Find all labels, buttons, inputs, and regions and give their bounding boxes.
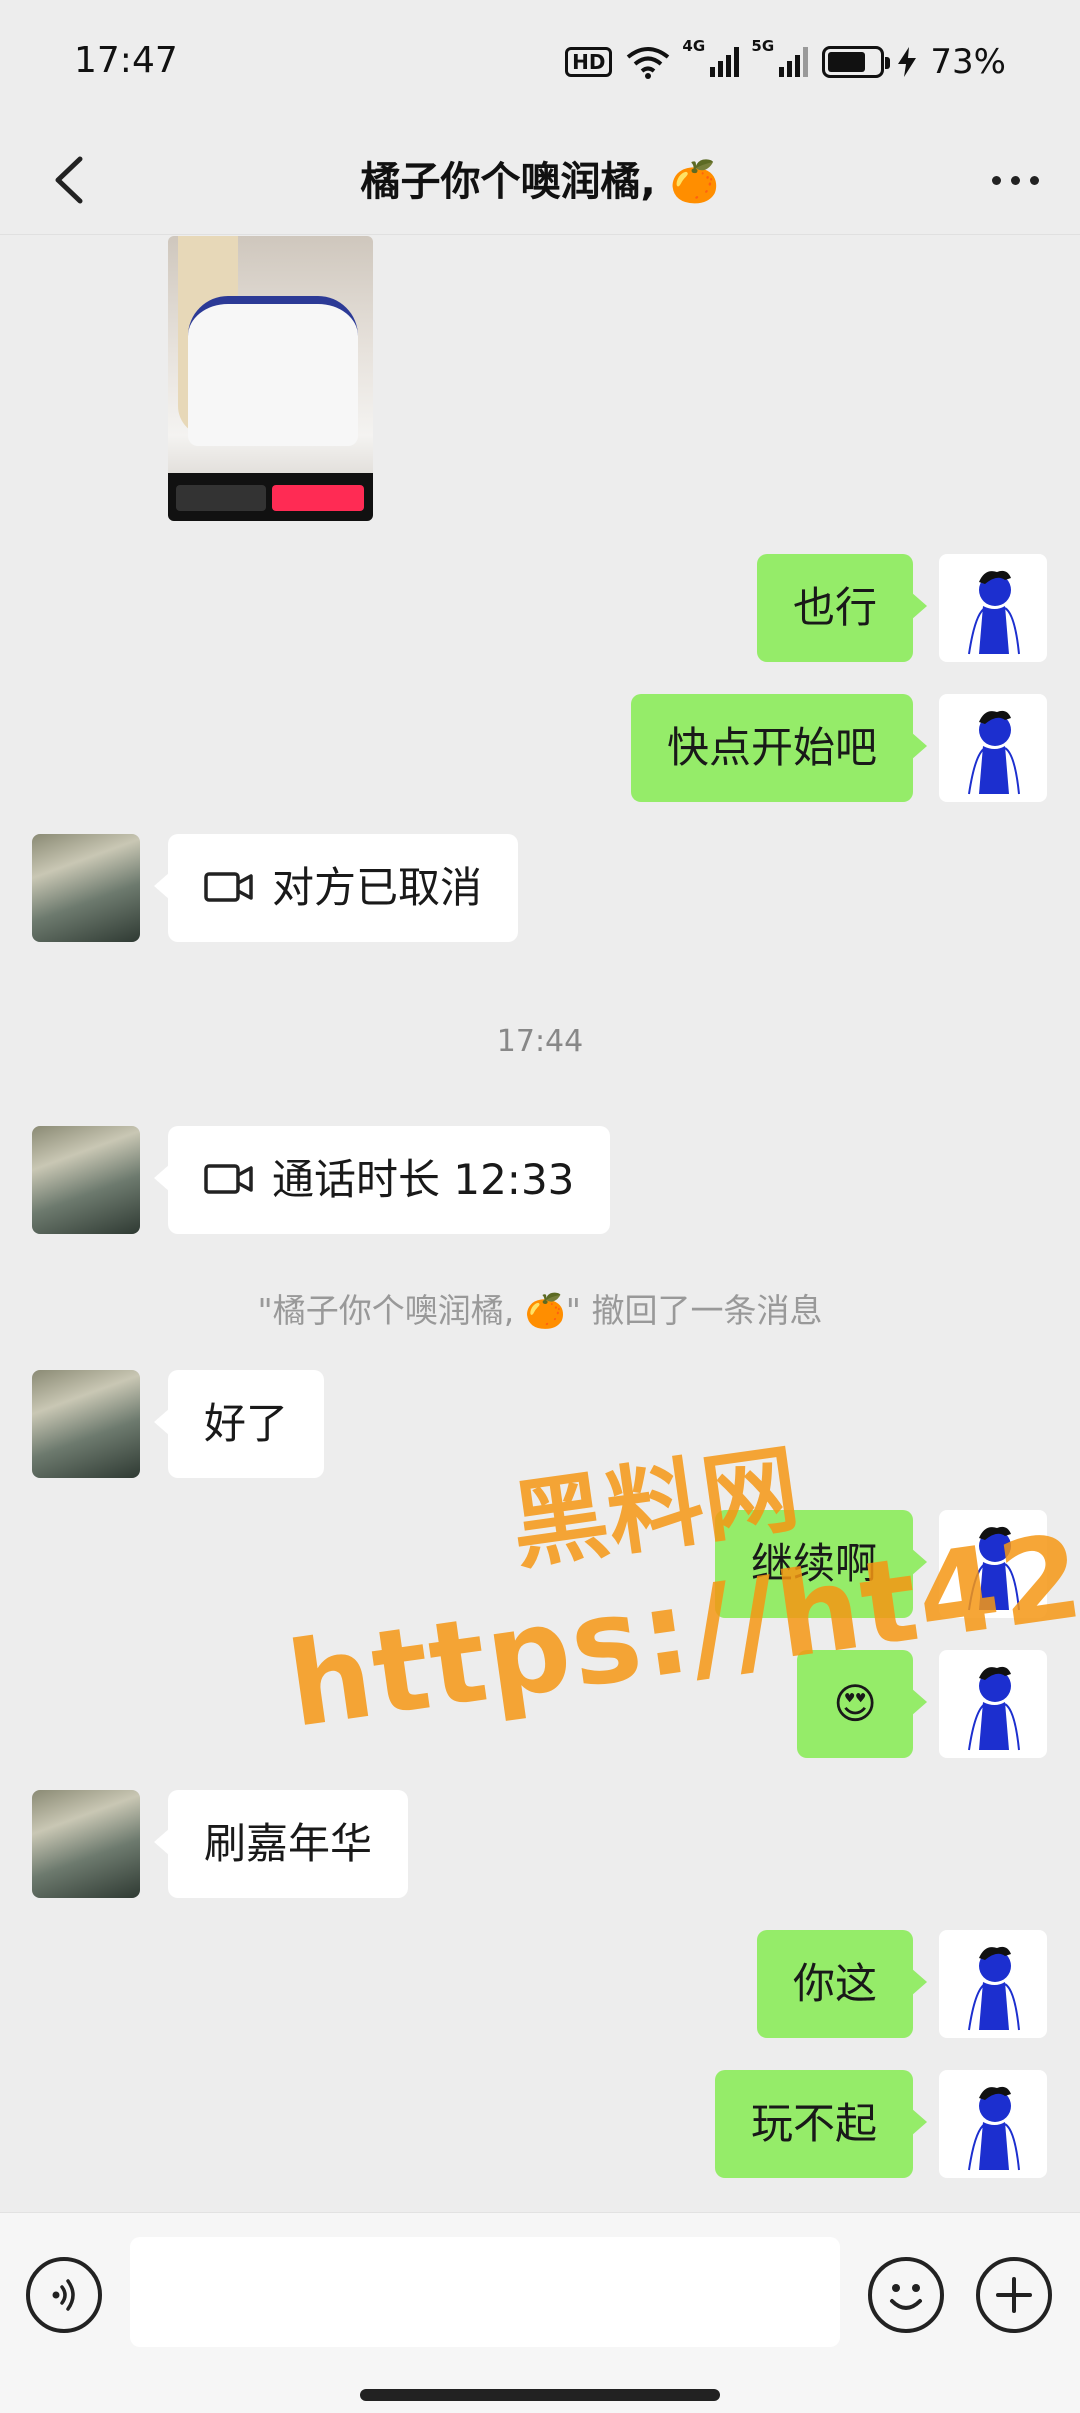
my-avatar[interactable]: [939, 1930, 1047, 2038]
plus-button[interactable]: [976, 2257, 1052, 2333]
chat-title: 橘子你个噢润橘, 🍊: [360, 159, 720, 205]
my-avatar[interactable]: [939, 1510, 1047, 1618]
message-bubble-mine[interactable]: 快点开始吧: [630, 694, 928, 802]
input-bar: [0, 2212, 1080, 2413]
timestamp: 17:44: [496, 1024, 584, 1059]
avatar-figure-icon: [968, 570, 1020, 655]
my-avatar[interactable]: [939, 694, 1047, 802]
contact-avatar[interactable]: [32, 1370, 140, 1478]
call-message[interactable]: 对方已取消: [153, 834, 519, 942]
emoji-icon: [890, 2284, 922, 2310]
hd-icon: HD: [565, 47, 613, 77]
avatar-figure-icon: [968, 1666, 1020, 1751]
signal-5g-icon: 5G: [751, 37, 809, 77]
message-bubble-mine[interactable]: 玩不起: [714, 2070, 928, 2178]
video-call-icon: [204, 1163, 253, 1194]
more-button[interactable]: [980, 150, 1050, 210]
message-input[interactable]: [130, 2237, 840, 2347]
call-duration-text: 通话时长 12:33: [272, 1155, 575, 1204]
wifi-icon: [627, 47, 670, 79]
avatar-figure-icon: [968, 710, 1020, 795]
message-bubble-mine[interactable]: 继续啊: [714, 1510, 928, 1618]
emoji-button[interactable]: [868, 2257, 944, 2333]
battery-icon: [822, 46, 891, 78]
my-avatar[interactable]: [939, 554, 1047, 662]
my-avatar[interactable]: [939, 1650, 1047, 1758]
contact-avatar[interactable]: [32, 834, 140, 942]
message-bubble-theirs[interactable]: 刷嘉年华: [153, 1790, 409, 1898]
message-list[interactable]: 也行 快点开始吧 对方已取消 17:44 通话时长 12:33 "橘子你个噢润橘…: [0, 236, 1080, 2211]
message-bubble-theirs[interactable]: 好了: [153, 1370, 325, 1478]
chat-header: 橘子你个噢润橘, 🍊: [0, 125, 1080, 235]
recall-notice: "橘子你个噢润橘, 🍊" 撤回了一条消息: [257, 1291, 823, 1330]
more-dots-icon: [991, 175, 1001, 185]
call-message[interactable]: 通话时长 12:33: [153, 1126, 611, 1234]
avatar-figure-icon: [968, 1526, 1020, 1611]
home-indicator[interactable]: [360, 2389, 720, 2401]
avatar-figure-icon: [968, 2086, 1020, 2171]
message-bubble-mine[interactable]: 你这: [756, 1930, 928, 2038]
status-bar: 17:47 HD 4G 5G 73%: [0, 0, 1080, 125]
signal-4g-icon: 4G: [682, 37, 740, 77]
status-time: 17:47: [74, 40, 178, 81]
charging-icon: [898, 47, 917, 77]
battery-percent: 73%: [930, 42, 1006, 82]
contact-avatar[interactable]: [32, 1126, 140, 1234]
my-avatar[interactable]: [939, 2070, 1047, 2178]
status-icons: HD 4G 5G 73%: [565, 37, 1006, 84]
voice-icon: [52, 2279, 75, 2311]
plus-icon: [996, 2277, 1032, 2313]
message-bubble-mine[interactable]: 😍: [797, 1650, 927, 1758]
message-bubble-mine[interactable]: 也行: [756, 554, 928, 662]
contact-avatar[interactable]: [32, 1790, 140, 1898]
call-status-text: 对方已取消: [272, 863, 483, 912]
video-call-icon: [204, 871, 253, 902]
voice-button[interactable]: [26, 2257, 102, 2333]
image-message[interactable]: [168, 236, 373, 521]
avatar-figure-icon: [968, 1946, 1020, 2031]
